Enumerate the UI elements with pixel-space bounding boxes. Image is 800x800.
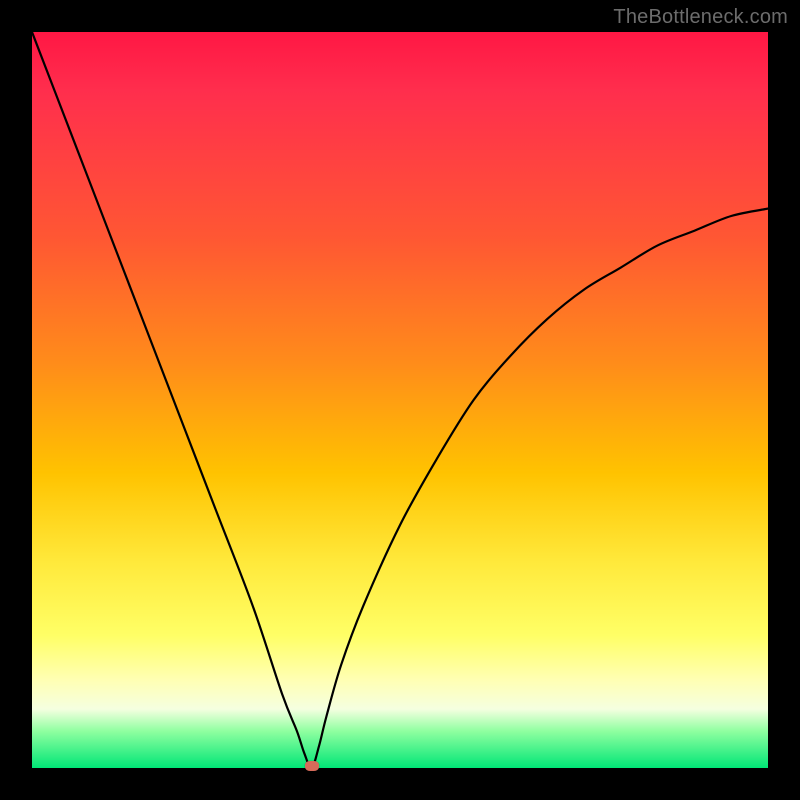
bottleneck-curve <box>32 32 768 768</box>
plot-area <box>32 32 768 768</box>
watermark-text: TheBottleneck.com <box>613 6 788 29</box>
chart-frame: TheBottleneck.com <box>0 0 800 800</box>
optimum-marker <box>305 761 319 771</box>
